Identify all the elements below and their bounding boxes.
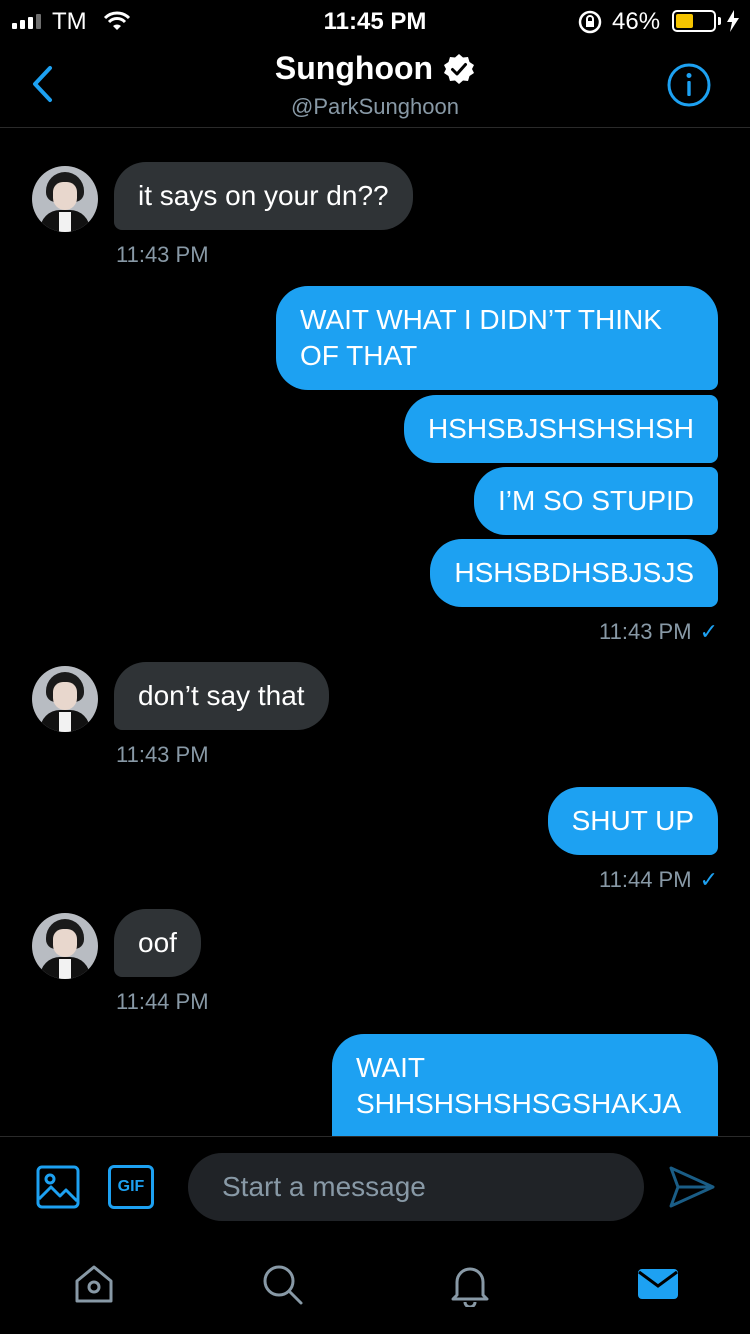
info-icon[interactable] — [666, 62, 712, 108]
message-time-text: 11:43 PM — [599, 619, 692, 644]
battery-tip — [718, 17, 721, 25]
message-time-text: 11:44 PM — [599, 867, 692, 892]
message-bubble-outgoing[interactable]: WAIT SHHSHSHSHSGSHAKJA — [332, 1034, 718, 1136]
message-time: 11:43 PM ✓ — [599, 619, 718, 645]
tab-notifications[interactable] — [442, 1256, 498, 1312]
message-bubble-incoming[interactable]: don’t say that — [114, 662, 329, 730]
send-icon[interactable] — [668, 1165, 716, 1209]
verified-badge-icon — [444, 53, 475, 84]
tab-home[interactable] — [66, 1256, 122, 1312]
tab-search[interactable] — [254, 1256, 310, 1312]
conversation-header: Sunghoon @ParkSunghoon — [0, 40, 750, 128]
read-receipt-icon: ✓ — [699, 867, 718, 892]
avatar[interactable] — [32, 166, 98, 232]
message-bubble-incoming[interactable]: it says on your dn?? — [114, 162, 413, 230]
charging-bolt-icon — [727, 10, 739, 32]
message-bubble-outgoing[interactable]: HSHSBDHSBJSJS — [430, 539, 718, 607]
message-list[interactable]: it says on your dn?? 11:43 PM WAIT WHAT … — [0, 129, 750, 1136]
message-time: 11:44 PM — [116, 989, 209, 1014]
read-receipt-icon: ✓ — [699, 619, 718, 644]
message-bubble-outgoing[interactable]: WAIT WHAT I DIDN’T THINK OF THAT — [276, 286, 718, 390]
avatar[interactable] — [32, 666, 98, 732]
home-icon — [75, 1265, 113, 1303]
message-bubble-outgoing[interactable]: I’M SO STUPID — [473, 467, 718, 535]
message-bubble-outgoing[interactable]: SHUT UP — [547, 787, 718, 855]
message-input[interactable] — [188, 1153, 644, 1221]
title-row[interactable]: Sunghoon — [0, 50, 750, 87]
tab-messages[interactable] — [630, 1256, 686, 1312]
messages-icon — [638, 1269, 678, 1299]
image-icon[interactable] — [36, 1165, 80, 1209]
message-composer: GIF — [0, 1136, 750, 1236]
search-icon — [263, 1265, 303, 1305]
conversation-handle: @ParkSunghoon — [291, 94, 459, 119]
battery-percent: 46% — [612, 8, 661, 35]
notifications-icon — [451, 1267, 489, 1307]
battery-level — [676, 14, 693, 28]
gif-button[interactable]: GIF — [108, 1165, 154, 1209]
avatar[interactable] — [32, 913, 98, 979]
status-bar: TM 11:45 PM 46% — [0, 0, 750, 40]
message-time: 11:44 PM ✓ — [599, 867, 718, 893]
message-time: 11:43 PM — [116, 742, 209, 767]
conversation-title: Sunghoon — [274, 50, 434, 86]
message-bubble-outgoing[interactable]: HSHSBJSHSHSHSH — [403, 395, 718, 463]
message-time: 11:43 PM — [116, 242, 209, 267]
message-bubble-incoming[interactable]: oof — [114, 909, 201, 977]
battery-icon — [672, 10, 716, 32]
tab-bar — [0, 1236, 750, 1334]
rotation-lock-icon — [578, 10, 602, 34]
